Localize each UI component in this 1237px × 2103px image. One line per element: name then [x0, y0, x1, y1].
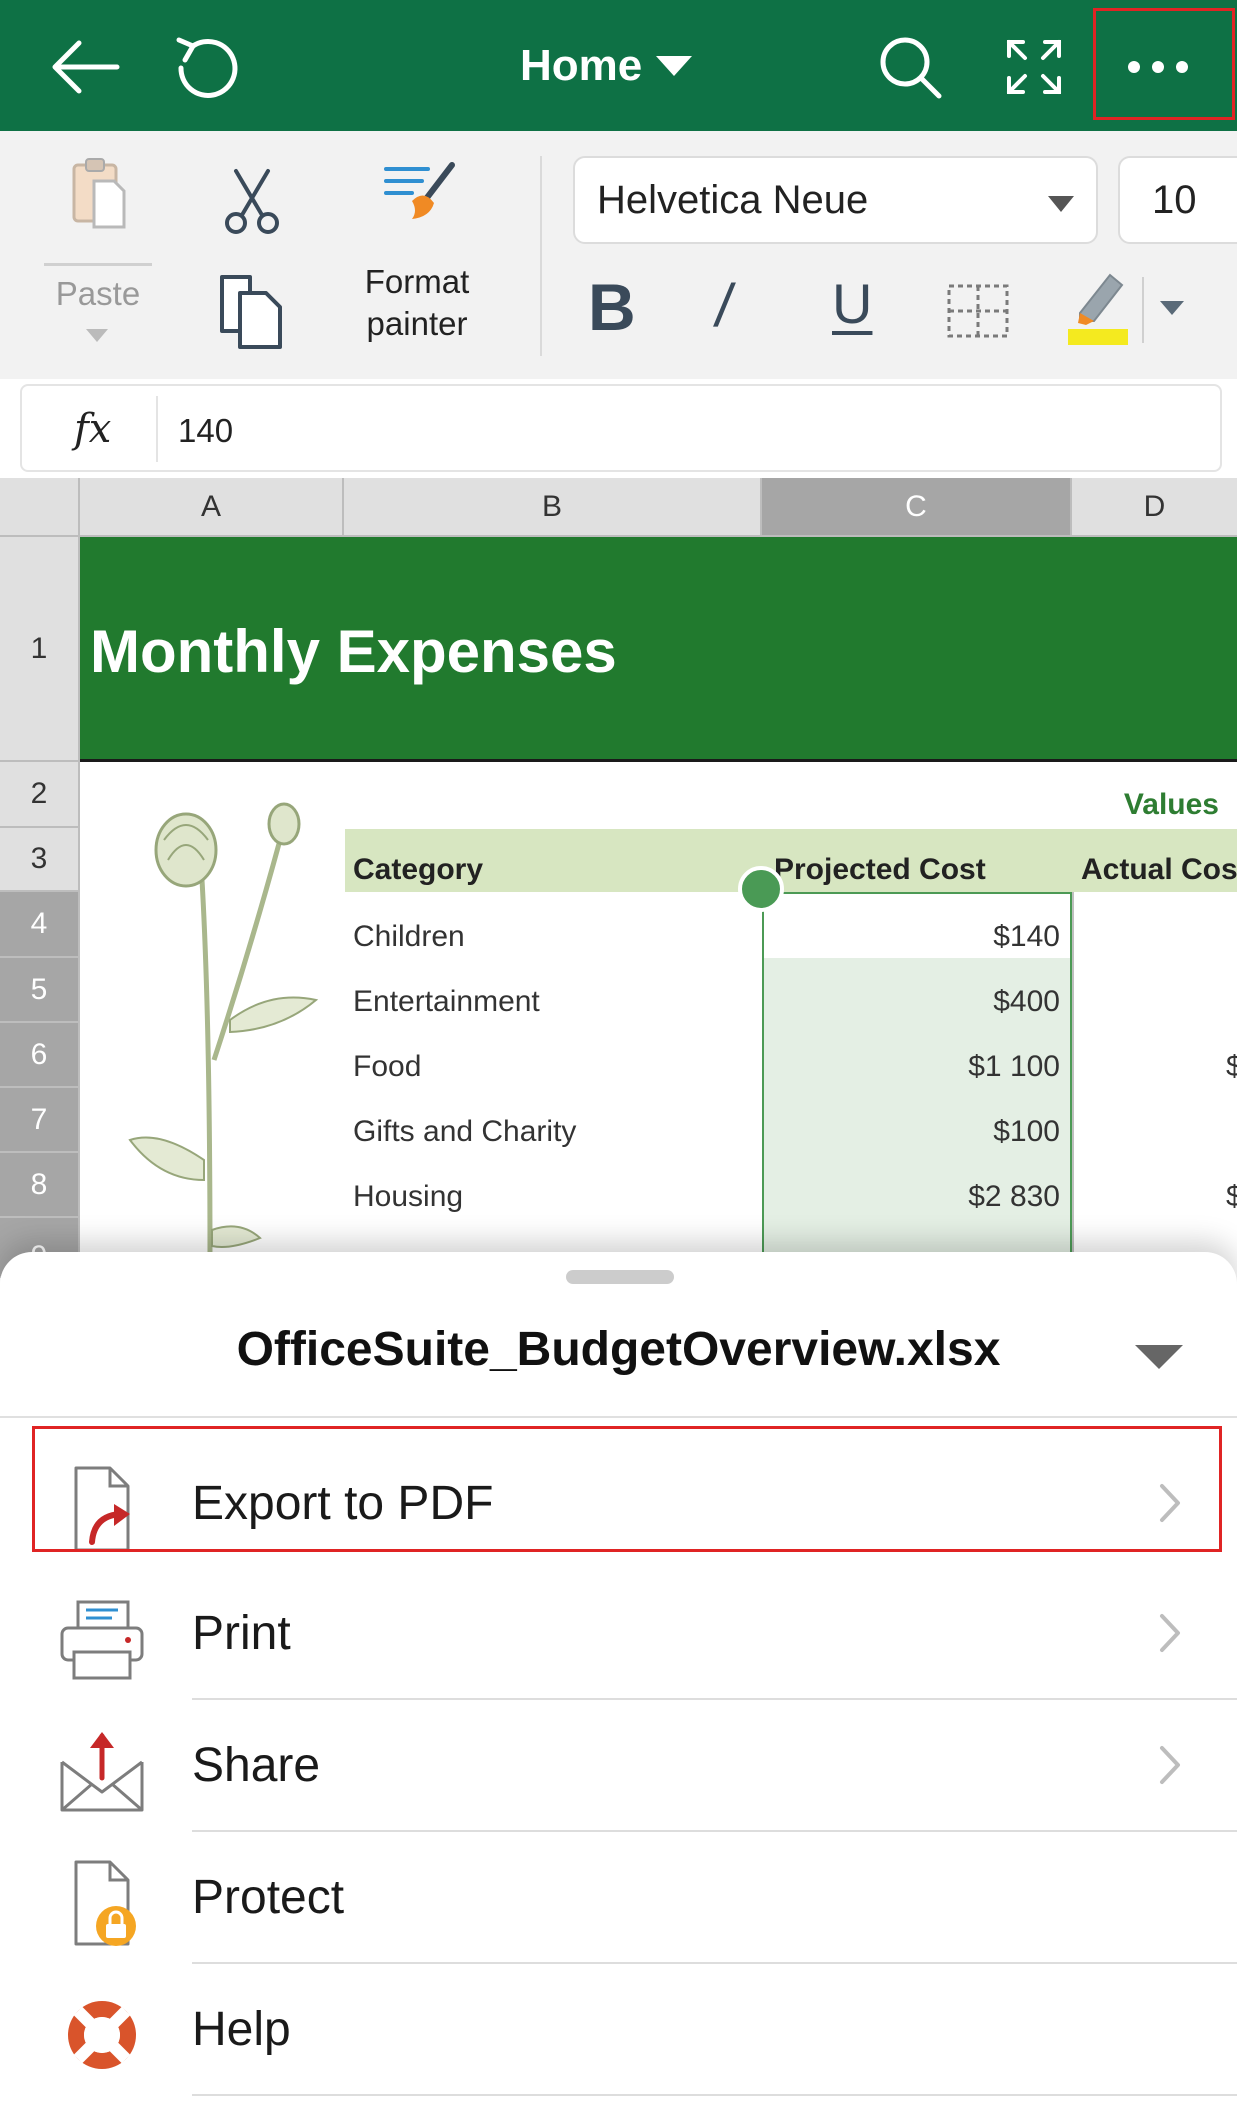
paste-label: Paste: [55, 275, 141, 312]
file-actions-sheet: OfficeSuite_BudgetOverview.xlsx Export t…: [0, 1252, 1237, 2103]
table-row-actual[interactable]: $: [1226, 1050, 1237, 1084]
chevron-down-icon: [1048, 196, 1074, 212]
back-arrow-icon[interactable]: [36, 22, 132, 112]
borders-icon[interactable]: [946, 283, 1010, 339]
table-row-actual[interactable]: $: [1226, 1180, 1237, 1214]
undo-icon[interactable]: [158, 22, 254, 112]
table-row-projected[interactable]: $2 830: [762, 1180, 1060, 1214]
select-all-corner[interactable]: [0, 478, 80, 537]
table-row-category[interactable]: Entertainment: [353, 985, 540, 1019]
ribbon-tab-label: Home: [520, 41, 643, 90]
menu-item-print[interactable]: Print: [0, 1568, 1237, 1700]
help-lifebuoy-icon: [54, 1990, 150, 2080]
chevron-down-icon[interactable]: [1135, 1345, 1183, 1369]
header-actual-cost[interactable]: Actual Cos: [1081, 853, 1237, 887]
sheet-grabber[interactable]: [566, 1270, 674, 1284]
ribbon-tab-selector[interactable]: Home: [520, 30, 693, 102]
copy-icon[interactable]: [216, 271, 288, 351]
menu-item-label: Protect: [192, 1871, 345, 1924]
menu-divider: [192, 2094, 1237, 2096]
column-header-b[interactable]: B: [344, 478, 762, 537]
title-banner-cell[interactable]: Monthly Expenses: [80, 537, 1237, 762]
menu-item-export-pdf[interactable]: Export to PDF: [0, 1426, 1237, 1570]
italic-button[interactable]: /: [711, 271, 737, 340]
format-painter-label-1: Format: [364, 263, 470, 300]
paste-dropdown-icon[interactable]: [86, 329, 108, 342]
sheet-divider: [0, 1416, 1237, 1418]
row-header-4[interactable]: 4: [0, 892, 80, 958]
share-envelope-icon: [54, 1726, 150, 1816]
chevron-down-icon: [656, 56, 693, 76]
top-app-bar: Home: [0, 0, 1237, 131]
format-painter-label-2: painter: [366, 305, 468, 342]
menu-item-label: Print: [192, 1607, 291, 1660]
flower-illustration: [120, 800, 330, 1261]
sheet-title-text: Monthly Expenses: [90, 618, 617, 685]
highlight-divider: [1142, 277, 1144, 343]
table-row-projected[interactable]: $1 100: [762, 1050, 1060, 1084]
menu-item-protect[interactable]: Protect: [0, 1832, 1237, 1964]
function-icon[interactable]: fx: [74, 406, 111, 452]
protect-lock-icon: [54, 1858, 150, 1948]
menu-item-help[interactable]: Help: [0, 1964, 1237, 2096]
column-header-a[interactable]: A: [80, 478, 344, 537]
table-row-category[interactable]: Gifts and Charity: [353, 1115, 576, 1149]
row-header-7[interactable]: 7: [0, 1088, 80, 1153]
formula-bar[interactable]: fx 140: [20, 384, 1222, 472]
values-label: Values: [1123, 788, 1219, 821]
file-name-title: OfficeSuite_BudgetOverview.xlsx: [236, 1323, 1001, 1376]
menu-item-label: Help: [192, 2003, 291, 2056]
export-pdf-highlight: [32, 1426, 1222, 1552]
font-family-value: Helvetica Neue: [597, 178, 869, 222]
row-header-5[interactable]: 5: [0, 958, 80, 1023]
row-header-3[interactable]: 3: [0, 828, 80, 892]
row-header-6[interactable]: 6: [0, 1023, 80, 1088]
bold-button[interactable]: B: [588, 269, 636, 345]
table-row-projected[interactable]: $100: [762, 1115, 1060, 1149]
column-gridline: [1072, 892, 1074, 1262]
printer-icon: [54, 1594, 150, 1684]
table-row-projected[interactable]: $140: [762, 920, 1060, 954]
chevron-right-icon: [1150, 1608, 1190, 1658]
column-header-c[interactable]: C: [762, 478, 1072, 537]
highlight-dropdown-icon[interactable]: [1160, 301, 1184, 315]
formula-divider: [156, 396, 158, 462]
header-projected-cost[interactable]: Projected Cost: [774, 853, 986, 887]
menu-item-label: Share: [192, 1739, 321, 1792]
table-row-category[interactable]: Food: [353, 1050, 421, 1084]
table-row-category[interactable]: Housing: [353, 1180, 463, 1214]
ribbon-toolbar: Paste Format painter Helvetica Neue 10 B…: [0, 131, 1237, 379]
paste-button[interactable]: Paste: [42, 141, 154, 351]
formula-value[interactable]: 140: [178, 412, 233, 450]
column-header-d[interactable]: D: [1072, 478, 1237, 537]
selection-handle[interactable]: [738, 866, 784, 912]
font-size-select[interactable]: 10: [1118, 156, 1237, 244]
font-size-value: 10: [1152, 178, 1197, 222]
font-family-select[interactable]: Helvetica Neue: [573, 156, 1098, 244]
table-row-category[interactable]: Children: [353, 920, 465, 954]
cut-scissors-icon[interactable]: [216, 167, 288, 237]
underline-button[interactable]: U: [832, 271, 872, 336]
menu-item-share[interactable]: Share: [0, 1700, 1237, 1832]
search-icon[interactable]: [862, 22, 958, 112]
fullscreen-icon[interactable]: [986, 22, 1082, 112]
header-category[interactable]: Category: [353, 853, 483, 887]
more-options-highlight: [1093, 8, 1235, 120]
row-header-1[interactable]: 1: [0, 537, 80, 762]
table-row-projected[interactable]: $400: [762, 985, 1060, 1019]
highlight-color-icon[interactable]: [1066, 267, 1130, 347]
ribbon-divider: [540, 156, 542, 356]
chevron-right-icon: [1150, 1740, 1190, 1790]
row-header-8[interactable]: 8: [0, 1153, 80, 1218]
row-header-2[interactable]: 2: [0, 762, 80, 828]
format-painter-button[interactable]: Format painter: [342, 159, 492, 359]
